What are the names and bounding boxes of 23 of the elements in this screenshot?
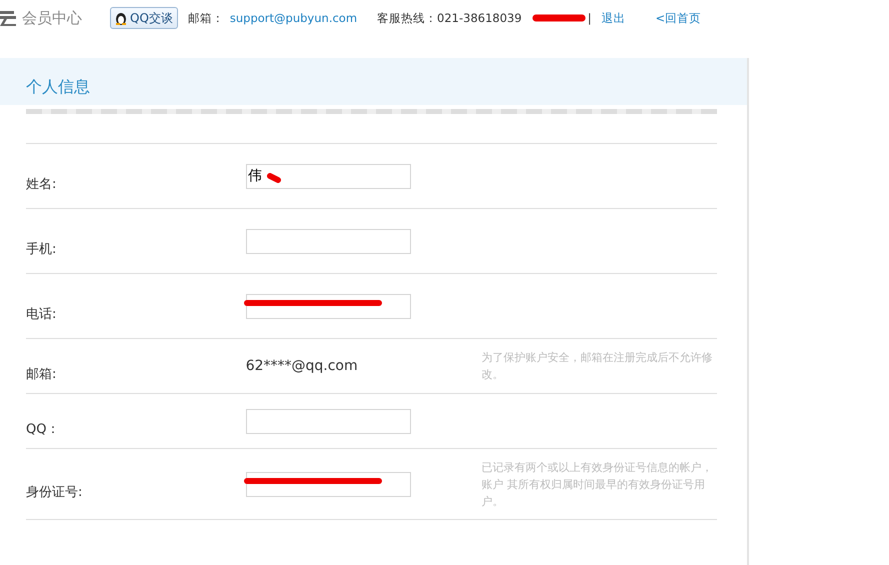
input-field[interactable] — [246, 228, 411, 254]
field-label: 电话: — [26, 306, 58, 323]
field-label: 姓名: — [26, 176, 58, 193]
penguin-icon — [115, 11, 127, 25]
field-label: 邮箱: — [26, 366, 58, 383]
field-label: QQ： — [26, 421, 60, 438]
qq-chat-button[interactable]: QQ交谈 — [110, 7, 178, 29]
logout-link[interactable]: 退出 — [602, 10, 626, 26]
input-field[interactable]: 伟 — [246, 164, 411, 188]
field-label: 手机: — [26, 241, 58, 258]
site-title: 会员中心 — [22, 8, 82, 28]
email-label: 邮箱： — [188, 10, 224, 26]
logo-icon — [0, 10, 16, 26]
home-link[interactable]: <回首页 — [656, 10, 702, 26]
field-label: 身份证号: — [26, 484, 84, 501]
section-title: 个人信息 — [26, 77, 90, 98]
input-field[interactable] — [246, 408, 411, 434]
hint-text: 为了保护账户安全，邮箱在注册完成后不允许修改。 — [481, 350, 714, 383]
separator: | — [588, 11, 592, 25]
hotline-text: 客服热线：021-38618039 — [377, 10, 522, 26]
email-link[interactable]: support@pubyun.com — [230, 11, 358, 25]
hint-text: 已记录有两个或以上有效身份证号信息的帐户，账户 其所有权归属时间最早的有效身份证号用户。 — [481, 460, 714, 510]
field-value: 62****@qq.com — [246, 358, 358, 374]
